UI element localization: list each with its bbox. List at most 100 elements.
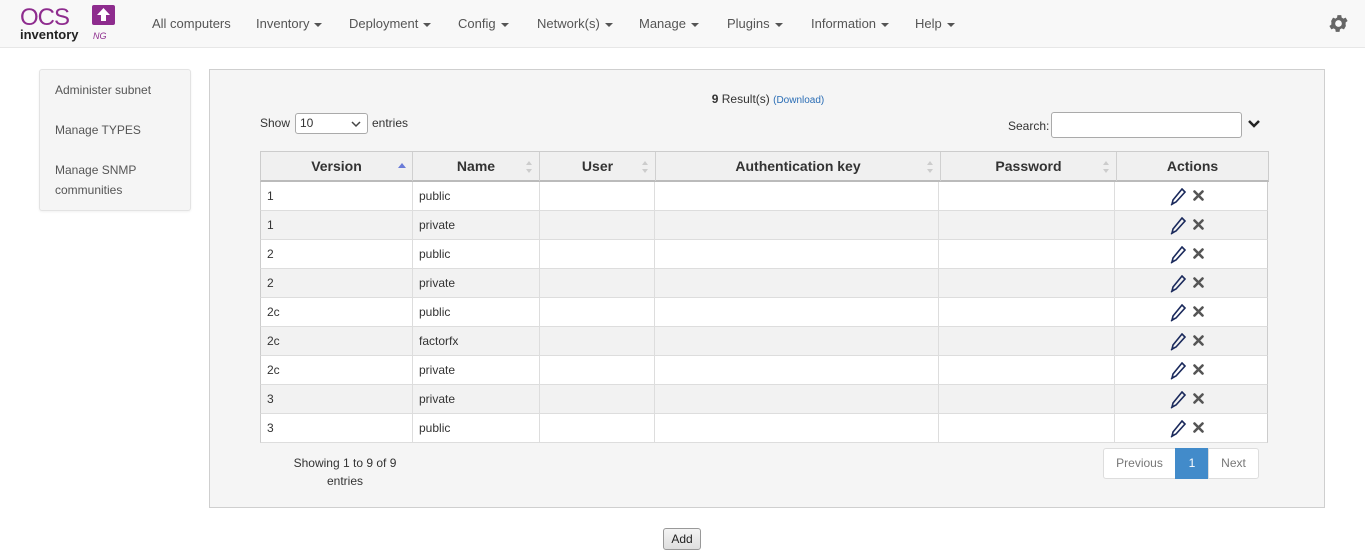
cell-user: [540, 182, 655, 210]
edit-icon[interactable]: [1170, 304, 1186, 322]
caret-down-icon: [946, 22, 955, 27]
delete-icon[interactable]: [1193, 277, 1204, 288]
nav-manage[interactable]: Manage: [639, 16, 699, 31]
cell-password: [939, 385, 1115, 413]
edit-icon[interactable]: [1170, 420, 1186, 438]
edit-icon[interactable]: [1170, 188, 1186, 206]
sidebar-item-manage-types[interactable]: Manage TYPES: [55, 120, 180, 140]
caret-down-icon: [604, 22, 613, 27]
add-button[interactable]: Add: [663, 528, 701, 550]
delete-icon[interactable]: [1193, 219, 1204, 230]
nav-all-computers[interactable]: All computers: [152, 16, 231, 31]
cell-name: private: [413, 385, 540, 413]
sort-both-icon: [526, 161, 532, 173]
caret-down-icon: [423, 22, 432, 27]
cell-password: [939, 182, 1115, 210]
cell-password: [939, 298, 1115, 326]
results-summary: 9 Result(s) (Download): [210, 92, 1326, 106]
svg-text:NG: NG: [93, 31, 107, 41]
entries-per-page-value: 10: [300, 116, 314, 130]
main-panel: 9 Result(s) (Download) Show 10 entries S…: [209, 69, 1325, 508]
download-link[interactable]: (Download): [773, 95, 824, 106]
edit-icon[interactable]: [1170, 275, 1186, 293]
delete-icon[interactable]: [1193, 190, 1204, 201]
sort-ascending-icon: [398, 163, 406, 168]
cell-actions: [1115, 356, 1267, 384]
nav-inventory[interactable]: Inventory: [256, 16, 323, 31]
sidebar-item-administer-subnet[interactable]: Administer subnet: [55, 80, 180, 100]
column-header-version[interactable]: Version: [261, 152, 413, 181]
cell-user: [540, 211, 655, 239]
cell-authentication-key: [655, 211, 939, 239]
cell-actions: [1115, 240, 1267, 268]
nav-config[interactable]: Config: [458, 16, 509, 31]
chevron-down-icon[interactable]: [1248, 119, 1260, 129]
cell-password: [939, 240, 1115, 268]
delete-icon[interactable]: [1193, 306, 1204, 317]
cell-user: [540, 385, 655, 413]
caret-down-icon: [314, 22, 323, 27]
cell-user: [540, 240, 655, 268]
sidebar: Administer subnet Manage TYPES Manage SN…: [39, 69, 191, 211]
delete-icon[interactable]: [1193, 364, 1204, 375]
nav-plugins[interactable]: Plugins: [727, 16, 783, 31]
cell-name: private: [413, 269, 540, 297]
cell-user: [540, 298, 655, 326]
sidebar-item-manage-snmp-communities[interactable]: Manage SNMP communities: [55, 160, 180, 200]
show-label: Show: [260, 116, 291, 130]
cell-user: [540, 356, 655, 384]
edit-icon[interactable]: [1170, 333, 1186, 351]
cell-authentication-key: [655, 240, 939, 268]
cell-authentication-key: [655, 269, 939, 297]
cell-actions: [1115, 385, 1267, 413]
caret-down-icon: [881, 22, 890, 27]
delete-icon[interactable]: [1193, 422, 1204, 433]
nav-networks[interactable]: Network(s): [537, 16, 613, 31]
table-row: 2c private: [260, 356, 1268, 385]
edit-icon[interactable]: [1170, 246, 1186, 264]
ocs-inventory-logo[interactable]: OCS inventory NG: [20, 5, 118, 43]
nav-information[interactable]: Information: [811, 16, 890, 31]
cell-name: public: [413, 240, 540, 268]
table-row: 3 private: [260, 385, 1268, 414]
column-header-password[interactable]: Password: [941, 152, 1117, 181]
table-row: 2 private: [260, 269, 1268, 298]
cell-name: private: [413, 211, 540, 239]
cell-password: [939, 356, 1115, 384]
column-header-authentication-key[interactable]: Authentication key: [656, 152, 941, 181]
delete-icon[interactable]: [1193, 335, 1204, 346]
edit-icon[interactable]: [1170, 391, 1186, 409]
pagination-page-1[interactable]: 1: [1175, 448, 1209, 479]
pagination-previous[interactable]: Previous: [1103, 448, 1176, 479]
cell-authentication-key: [655, 385, 939, 413]
chevron-down-icon: [351, 121, 361, 128]
cell-version: 2: [261, 269, 413, 297]
sort-both-icon: [1103, 161, 1109, 173]
nav-help[interactable]: Help: [915, 16, 955, 31]
svg-text:inventory: inventory: [20, 27, 79, 42]
search-input[interactable]: [1051, 112, 1242, 138]
entries-per-page-select[interactable]: 10: [295, 113, 368, 134]
cell-version: 1: [261, 182, 413, 210]
cell-password: [939, 211, 1115, 239]
nav-deployment[interactable]: Deployment: [349, 16, 432, 31]
cell-version: 2c: [261, 298, 413, 326]
delete-icon[interactable]: [1193, 248, 1204, 259]
edit-icon[interactable]: [1170, 217, 1186, 235]
cell-authentication-key: [655, 414, 939, 442]
caret-down-icon: [500, 22, 509, 27]
cell-name: private: [413, 356, 540, 384]
cell-name: factorfx: [413, 327, 540, 355]
column-header-user[interactable]: User: [540, 152, 656, 181]
pagination-next[interactable]: Next: [1208, 448, 1259, 479]
delete-icon[interactable]: [1193, 393, 1204, 404]
edit-icon[interactable]: [1170, 362, 1186, 380]
results-suffix: Result(s): [721, 92, 770, 106]
table-header: Version Name User Authentication key Pas…: [260, 151, 1269, 182]
column-header-name[interactable]: Name: [413, 152, 540, 181]
cell-actions: [1115, 182, 1267, 210]
cell-name: public: [413, 182, 540, 210]
cell-password: [939, 269, 1115, 297]
gear-icon[interactable]: [1327, 12, 1350, 35]
cell-version: 3: [261, 385, 413, 413]
